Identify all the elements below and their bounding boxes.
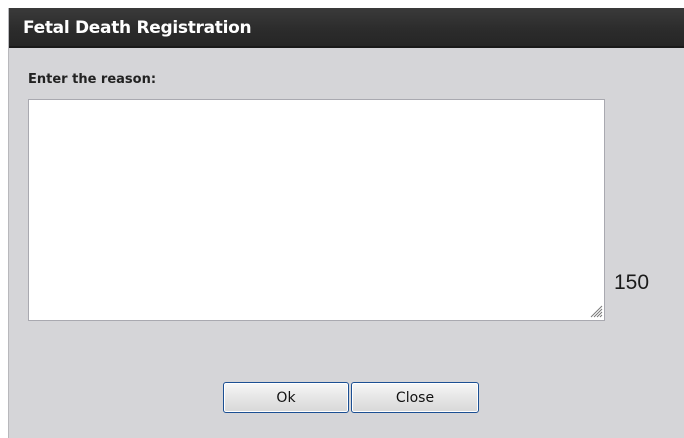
fetal-death-dialog: Fetal Death Registration Enter the reaso… <box>8 8 684 438</box>
close-button[interactable]: Close <box>351 382 479 413</box>
dialog-titlebar[interactable]: Fetal Death Registration <box>9 8 684 48</box>
characters-remaining-count: 150 <box>614 271 650 294</box>
resize-grip-icon[interactable] <box>589 304 603 318</box>
reason-label: Enter the reason: <box>28 72 157 87</box>
ok-button[interactable]: Ok <box>223 382 349 413</box>
dialog-title: Fetal Death Registration <box>23 18 252 38</box>
reason-textarea[interactable] <box>28 99 605 321</box>
